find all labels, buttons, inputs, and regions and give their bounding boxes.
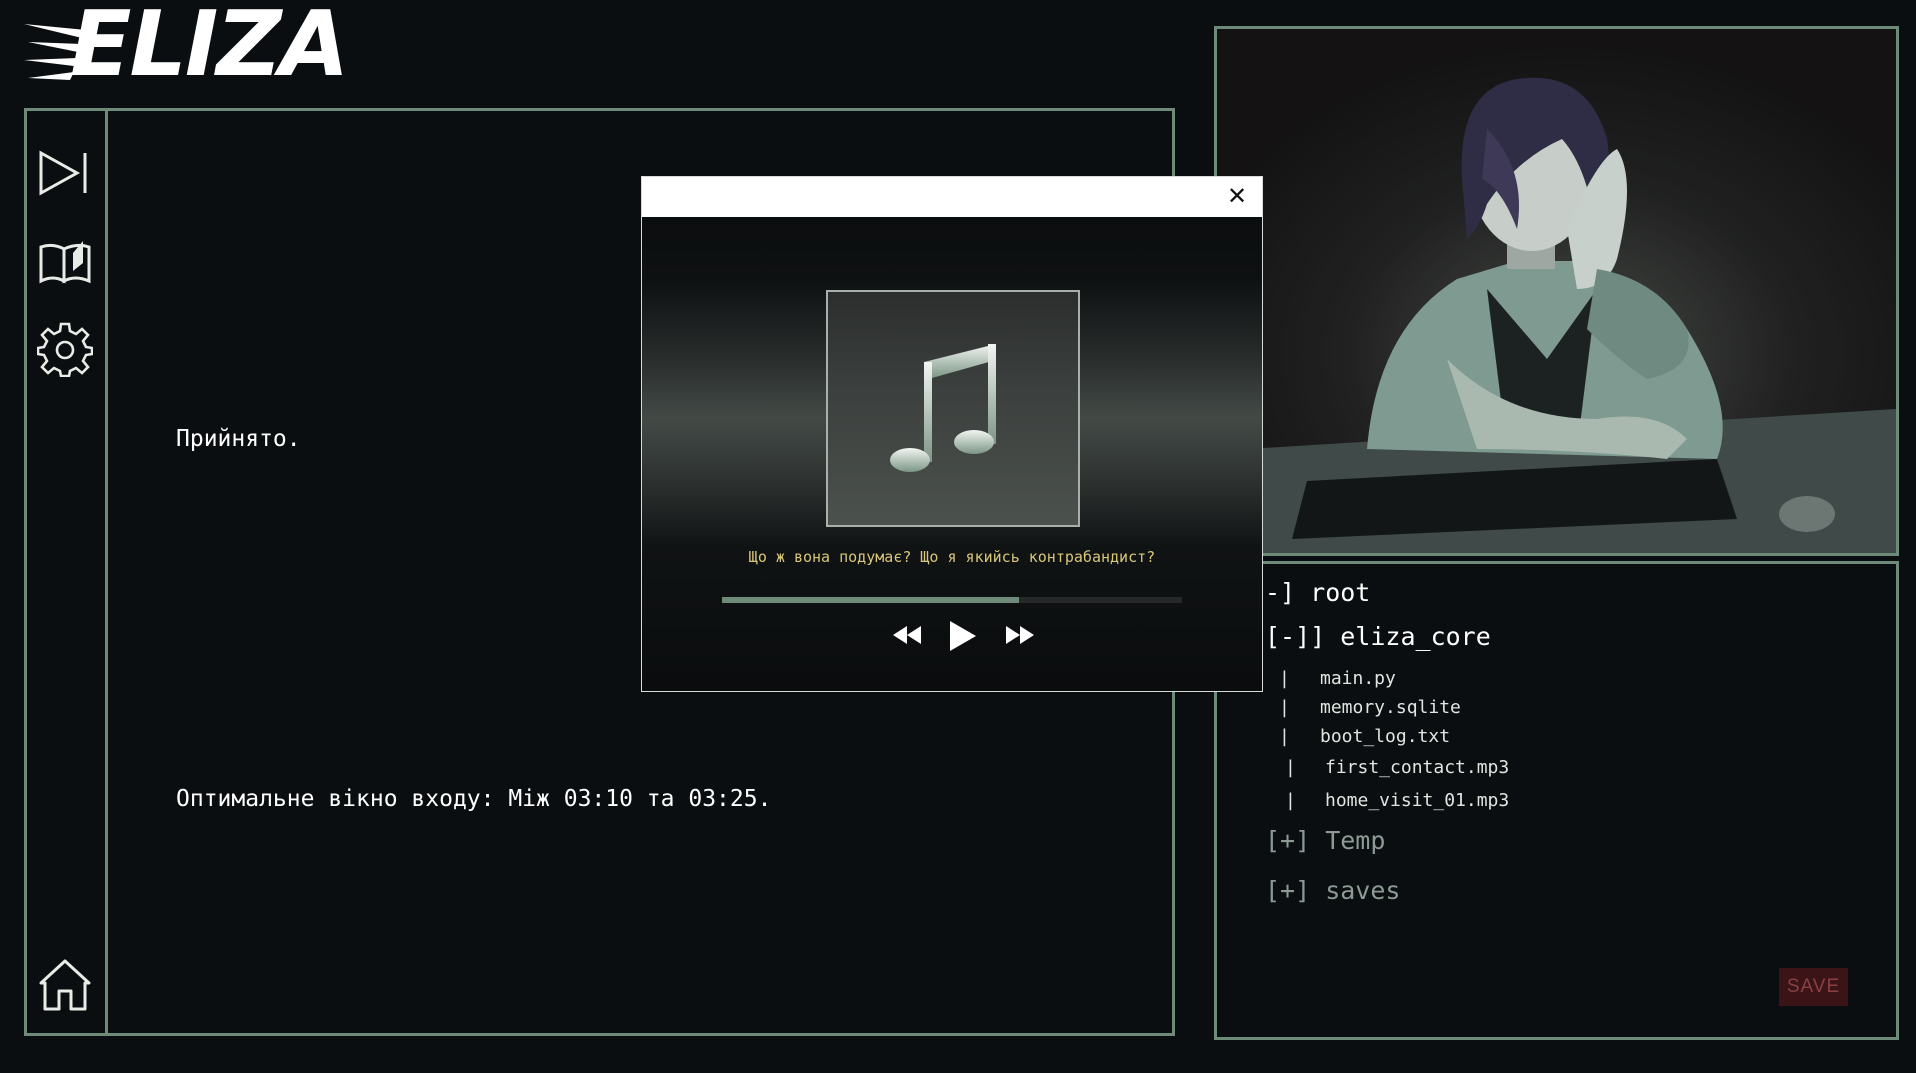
tree-file-memory-sqlite[interactable]: memory.sqlite (1320, 697, 1461, 718)
skip-forward-icon (39, 150, 87, 196)
gear-icon (36, 322, 94, 378)
skip-button[interactable] (37, 145, 93, 201)
tree-file-home-visit[interactable]: home_visit_01.mp3 (1325, 790, 1509, 811)
tree-temp-folder[interactable]: [+] Temp (1265, 826, 1385, 855)
album-art (826, 290, 1080, 527)
rewind-icon (893, 626, 921, 644)
music-note-icon (890, 344, 996, 472)
open-book-icon (39, 241, 91, 284)
tree-root-folder[interactable]: -] root (1265, 578, 1370, 607)
tree-file-prefix: | (1285, 757, 1296, 778)
music-player-window: ✕ Що ж вона подумає? Що я якийсь контраб… (641, 176, 1263, 692)
tree-eliza-core-folder[interactable]: [-]] eliza_core (1265, 622, 1491, 651)
tree-file-prefix: | (1279, 726, 1290, 747)
home-button[interactable] (37, 957, 93, 1013)
fast-forward-icon (1006, 626, 1034, 644)
home-icon (39, 959, 91, 1011)
tree-file-boot-log[interactable]: boot_log.txt (1320, 726, 1450, 747)
track-title: Що ж вона подумає? Що я якийсь контрабан… (748, 548, 1156, 566)
character-illustration (1217, 29, 1896, 553)
dialog-text-line: Прийнято. (176, 426, 301, 452)
tree-file-prefix: | (1279, 697, 1290, 718)
file-tree-panel: -] root [-]] eliza_core | main.py | memo… (1214, 561, 1899, 1040)
tree-saves-folder[interactable]: [+] saves (1265, 876, 1400, 905)
logo-text: ELIZA (70, 0, 349, 97)
tree-file-first-contact[interactable]: first_contact.mp3 (1325, 757, 1509, 778)
player-title-bar[interactable]: ✕ (642, 177, 1262, 217)
close-button[interactable]: ✕ (1224, 183, 1250, 209)
play-button[interactable] (948, 619, 978, 657)
progress-fill (722, 597, 1019, 603)
settings-button[interactable] (36, 321, 94, 378)
tree-file-prefix: | (1279, 668, 1290, 689)
tree-file-prefix: | (1285, 790, 1296, 811)
sidebar (27, 111, 108, 1033)
log-book-button[interactable] (37, 233, 93, 289)
tree-file-main-py[interactable]: main.py (1320, 668, 1396, 689)
progress-bar[interactable] (722, 597, 1182, 603)
rewind-button[interactable] (891, 623, 923, 651)
eliza-logo: ELIZA (24, 0, 384, 90)
character-portrait (1214, 26, 1899, 556)
save-button[interactable]: SAVE (1779, 968, 1848, 1006)
play-icon (950, 621, 976, 651)
fast-forward-button[interactable] (1004, 623, 1036, 651)
dialog-text-line: Оптимальне вікно входу: Між 03:10 та 03:… (176, 786, 772, 812)
